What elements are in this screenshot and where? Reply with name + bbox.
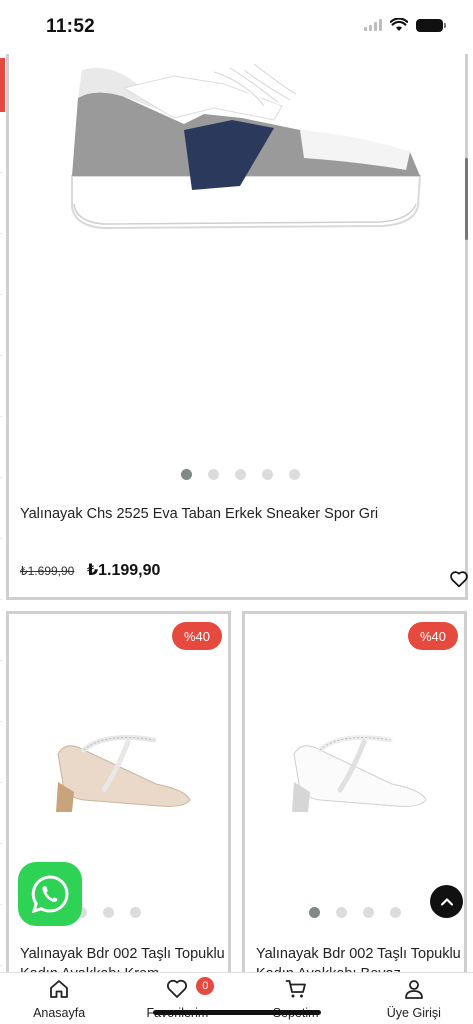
discount-badge: %40 [408,622,458,650]
whatsapp-button[interactable] [18,862,82,926]
image-carousel-dots[interactable] [309,907,401,918]
side-accent-strip [0,58,5,112]
image-carousel-dots[interactable] [181,469,300,480]
carousel-dot[interactable] [336,907,347,918]
nav-label: Üye Girişi [386,1006,441,1020]
favorite-heart-icon[interactable] [449,570,469,588]
scroll-to-top-button[interactable] [430,885,463,918]
home-icon [50,980,69,998]
carousel-dot[interactable] [309,907,320,918]
product-card[interactable]: %40 Yalınayak Bdr 002 Taşlı Topuklu Kadı… [242,611,467,991]
whatsapp-icon [31,875,69,914]
nav-item-favorites[interactable]: 0 Favorilerim [118,973,236,1024]
chevron-up-icon [440,897,453,906]
side-edge [0,112,2,972]
battery-icon [416,18,446,32]
favorites-count-badge: 0 [196,977,215,995]
carousel-dot[interactable] [130,907,141,918]
scrollbar-thumb[interactable] [465,158,468,240]
product-image-sneaker[interactable] [64,58,424,248]
user-icon [404,980,423,999]
product-image-shoe-cream[interactable] [44,734,194,814]
carousel-dot[interactable] [181,469,192,480]
status-icons [364,18,446,32]
carousel-dot[interactable] [208,469,219,480]
current-price: ₺1.199,90 [87,562,161,579]
product-image-shoe-white[interactable] [280,734,430,814]
carousel-dot[interactable] [262,469,273,480]
wifi-icon [390,18,408,31]
nav-item-home[interactable]: Anasayfa [0,973,118,1024]
product-card-featured[interactable]: Yalınayak Chs 2525 Eva Taban Erkek Sneak… [6,52,468,600]
status-time: 11:52 [46,16,96,37]
discount-badge: %40 [172,622,222,650]
carousel-dot[interactable] [289,469,300,480]
carousel-dot[interactable] [390,907,401,918]
product-title[interactable]: Yalınayak Chs 2525 Eva Taban Erkek Sneak… [20,506,378,522]
carousel-dot[interactable] [363,907,374,918]
nav-item-login[interactable]: Üye Girişi [355,973,473,1024]
cart-icon [285,980,306,998]
nav-label: Anasayfa [33,1006,86,1020]
status-bar: 11:52 [0,0,473,54]
heart-icon [167,979,188,998]
bottom-navigation: Anasayfa 0 Favorilerim Sepetim Üye Giriş… [0,972,473,1024]
old-price: ₺1.699,90 [20,564,75,578]
cellular-signal-icon [364,19,382,31]
home-indicator [153,1010,321,1015]
carousel-dot[interactable] [235,469,246,480]
nav-item-cart[interactable]: Sepetim [237,973,355,1024]
carousel-dot[interactable] [103,907,114,918]
product-card[interactable]: %40 Yalınayak Bdr 002 Taşlı Topuklu Kadı… [6,611,231,991]
